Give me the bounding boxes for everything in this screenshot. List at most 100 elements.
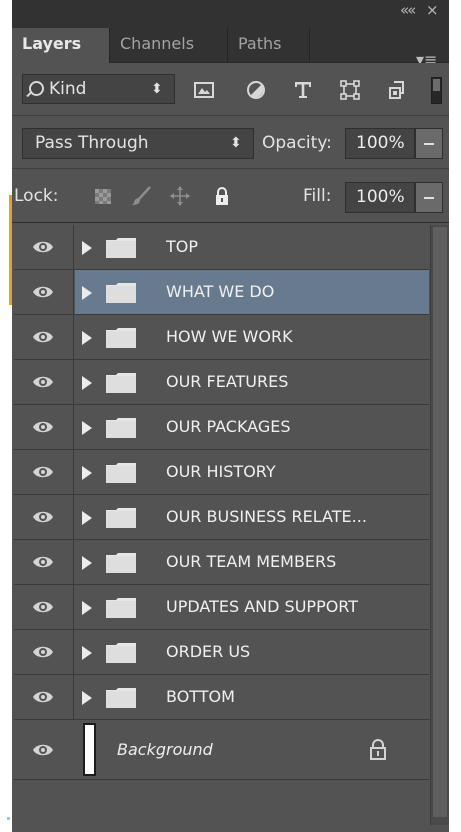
panel-title-strip: «« × xyxy=(12,0,449,22)
expand-arrow-icon[interactable] xyxy=(82,646,92,660)
expand-arrow-icon[interactable] xyxy=(82,376,92,390)
layer-group-row[interactable]: ORDER US xyxy=(14,630,429,675)
layer-name[interactable]: OUR TEAM MEMBERS xyxy=(166,540,336,584)
layer-row-content[interactable]: OUR HISTORY xyxy=(75,450,429,494)
scrollbar-thumb[interactable] xyxy=(433,227,447,817)
layer-name[interactable]: WHAT WE DO xyxy=(166,270,274,314)
expand-arrow-icon[interactable] xyxy=(82,331,92,345)
visibility-toggle[interactable] xyxy=(14,540,74,584)
expand-arrow-icon[interactable] xyxy=(82,286,92,300)
visibility-toggle[interactable] xyxy=(14,630,74,674)
layer-row-content[interactable]: OUR FEATURES xyxy=(75,360,429,404)
tab-layers[interactable]: Layers xyxy=(12,28,110,63)
expand-arrow-icon[interactable] xyxy=(82,511,92,525)
layer-name[interactable]: TOP xyxy=(166,225,198,269)
layer-row-content[interactable]: OUR TEAM MEMBERS xyxy=(75,540,429,584)
type-layer-filter-icon[interactable] xyxy=(292,79,314,101)
visibility-toggle[interactable] xyxy=(14,315,74,359)
layer-group-row[interactable]: UPDATES AND SUPPORT xyxy=(14,585,429,630)
visibility-toggle[interactable] xyxy=(14,585,74,629)
folder-icon xyxy=(106,643,136,663)
layer-list-scrollbar[interactable] xyxy=(430,225,449,825)
smart-object-filter-icon[interactable] xyxy=(386,79,408,101)
folder-icon xyxy=(106,373,136,393)
opacity-field[interactable]: 100% xyxy=(345,128,415,159)
filter-toggle-switch[interactable] xyxy=(431,77,442,104)
layer-group-row[interactable]: OUR PACKAGES xyxy=(14,405,429,450)
layer-row-content[interactable]: BOTTOM xyxy=(75,675,429,719)
visibility-toggle[interactable] xyxy=(14,270,74,314)
folder-icon xyxy=(106,463,136,483)
eye-icon xyxy=(33,556,53,568)
layer-row-content[interactable]: OUR PACKAGES xyxy=(75,405,429,449)
layer-row-content[interactable]: ORDER US xyxy=(75,630,429,674)
opacity-slider-button[interactable] xyxy=(415,128,443,159)
folder-icon xyxy=(106,238,136,258)
fill-slider-button[interactable] xyxy=(415,182,443,213)
lock-options-bar: Lock: Fill: 100% xyxy=(12,169,449,223)
collapse-panel-icon[interactable]: «« xyxy=(400,0,416,20)
expand-arrow-icon[interactable] xyxy=(82,466,92,480)
close-panel-icon[interactable]: × xyxy=(426,0,439,20)
tab-channels[interactable]: Channels xyxy=(110,28,228,62)
lock-position-icon[interactable] xyxy=(169,185,191,207)
eye-icon xyxy=(33,331,53,343)
background-layer-row[interactable]: Background xyxy=(14,720,429,780)
visibility-toggle[interactable] xyxy=(14,225,74,269)
visibility-toggle[interactable] xyxy=(14,405,74,449)
select-arrows-icon: ⬍ xyxy=(230,135,242,151)
visibility-toggle[interactable] xyxy=(14,675,74,719)
expand-arrow-icon[interactable] xyxy=(82,556,92,570)
layer-group-row[interactable]: WHAT WE DO xyxy=(14,270,429,315)
layer-row-content[interactable]: WHAT WE DO xyxy=(75,270,429,314)
shape-layer-filter-icon[interactable] xyxy=(339,79,361,101)
layer-group-row[interactable]: OUR BUSINESS RELATE... xyxy=(14,495,429,540)
eye-icon xyxy=(33,241,53,253)
layer-name[interactable]: OUR FEATURES xyxy=(166,360,288,404)
tab-paths[interactable]: Paths xyxy=(228,28,310,62)
eye-icon xyxy=(33,511,53,523)
lock-all-icon[interactable] xyxy=(211,185,233,207)
fill-field[interactable]: 100% xyxy=(345,182,415,213)
lock-image-pixels-icon[interactable] xyxy=(130,185,152,207)
visibility-toggle[interactable] xyxy=(14,360,74,404)
filter-kind-select[interactable]: Kind ⬍ xyxy=(22,74,175,104)
layer-name[interactable]: OUR BUSINESS RELATE... xyxy=(166,495,367,539)
expand-arrow-icon[interactable] xyxy=(82,241,92,255)
layer-row-content[interactable]: UPDATES AND SUPPORT xyxy=(75,585,429,629)
layer-name[interactable]: HOW WE WORK xyxy=(166,315,293,359)
layer-row-content[interactable]: TOP xyxy=(75,225,429,269)
layer-name[interactable]: OUR HISTORY xyxy=(166,450,276,494)
blend-mode-select[interactable]: Pass Through ⬍ xyxy=(22,128,254,159)
lock-transparent-pixels-icon[interactable] xyxy=(92,185,114,207)
blend-mode-label: Pass Through xyxy=(35,133,149,153)
visibility-toggle[interactable] xyxy=(14,450,74,494)
expand-arrow-icon[interactable] xyxy=(82,601,92,615)
folder-icon xyxy=(106,328,136,348)
search-icon xyxy=(29,81,44,96)
layer-group-row[interactable]: OUR TEAM MEMBERS xyxy=(14,540,429,585)
layer-group-row[interactable]: TOP xyxy=(14,225,429,270)
layer-row-content[interactable]: HOW WE WORK xyxy=(75,315,429,359)
layer-name[interactable]: Background xyxy=(117,720,213,779)
layer-name[interactable]: UPDATES AND SUPPORT xyxy=(166,585,358,629)
visibility-toggle[interactable] xyxy=(14,495,74,539)
layer-name[interactable]: ORDER US xyxy=(166,630,250,674)
layer-name[interactable]: OUR PACKAGES xyxy=(166,405,291,449)
layer-name[interactable]: BOTTOM xyxy=(166,675,235,719)
layer-group-row[interactable]: OUR FEATURES xyxy=(14,360,429,405)
layer-group-row[interactable]: HOW WE WORK xyxy=(14,315,429,360)
layer-row-content[interactable]: OUR BUSINESS RELATE... xyxy=(75,495,429,539)
eye-icon xyxy=(33,646,53,658)
expand-arrow-icon[interactable] xyxy=(82,421,92,435)
pixel-layer-filter-icon[interactable] xyxy=(193,79,215,101)
eye-icon xyxy=(33,466,53,478)
adjustment-layer-filter-icon[interactable] xyxy=(245,79,267,101)
blend-options-bar: Pass Through ⬍ Opacity: 100% xyxy=(12,116,449,169)
panel-tab-bar: Layers Channels Paths ▾≡ xyxy=(12,22,449,69)
visibility-toggle[interactable] xyxy=(14,720,429,779)
folder-icon xyxy=(106,418,136,438)
layer-group-row[interactable]: OUR HISTORY xyxy=(14,450,429,495)
expand-arrow-icon[interactable] xyxy=(82,691,92,705)
layer-group-row[interactable]: BOTTOM xyxy=(14,675,429,720)
